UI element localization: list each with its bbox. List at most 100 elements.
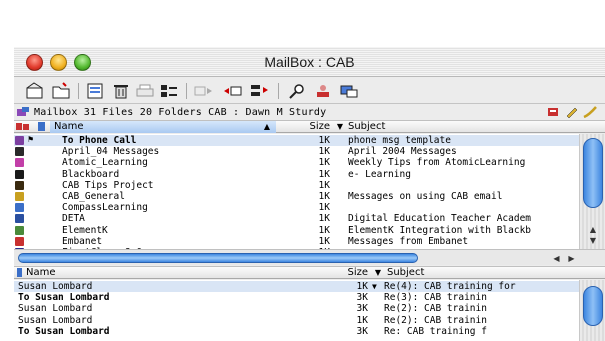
name-column-header[interactable]: Name [26, 267, 56, 279]
scroll-right-icon[interactable]: ▶ [568, 254, 574, 263]
horizontal-scrollbar[interactable]: ◀ ▶ [14, 249, 605, 265]
mailbox-icon [16, 106, 30, 121]
row-subject: phone msg template [348, 135, 451, 146]
size-column-header[interactable]: Size [276, 121, 334, 133]
folder-row[interactable]: CompassLearning 1K [14, 202, 579, 213]
row-size: 1K [356, 281, 368, 292]
message-row[interactable]: ▼ Susan Lombard 1K Re(4): CAB training for [14, 281, 579, 293]
title-bar[interactable]: MailBox : CAB [14, 47, 605, 77]
edit-icon[interactable] [565, 106, 579, 121]
message-row[interactable]: To Susan Lombard 3K Re: CAB training f [14, 326, 579, 337]
scroll-down-icon[interactable]: ▼ [582, 236, 604, 246]
open-icon[interactable] [84, 81, 106, 101]
horizontal-scroll-arrows: ◀ ▶ [549, 252, 579, 264]
attachment-column-icon[interactable] [16, 267, 24, 279]
message-list: ▼ Susan Lombard 1K Re(4): CAB training for T… [14, 280, 579, 341]
row-name: CompassLearning [62, 202, 148, 214]
row-subject: Digital Education Teacher Academ [348, 213, 532, 225]
folder-row[interactable]: CAB_General 1K Messages on using CAB email [14, 191, 579, 202]
size-column-header[interactable]: Size [338, 267, 370, 279]
toolbar [14, 78, 605, 104]
row-subject: Re(4): CAB training for [384, 281, 516, 292]
row-subject: Re(2): CAB trainin [384, 314, 487, 326]
row-size: 1K [318, 157, 330, 169]
row-size: 3K [356, 292, 368, 304]
folder-row[interactable]: ⚑ To Phone Call 1K phone msg template [14, 135, 579, 147]
new-message-icon[interactable] [24, 81, 46, 101]
folder-row[interactable]: CAB Tips Project 1K [14, 180, 579, 191]
row-size: 1K [356, 314, 368, 326]
row-size: 1K [318, 179, 330, 191]
name-header-label: Name [54, 121, 84, 132]
reply-all-icon[interactable] [248, 81, 272, 101]
message-row[interactable]: Susan Lombard 3K Re(2): CAB trainin [14, 303, 579, 314]
sort-descending-icon[interactable]: ▼ [334, 121, 346, 133]
row-name: Blackboard [62, 168, 120, 180]
mailbox-status-icon [547, 106, 561, 121]
message-list-scrollbar[interactable] [579, 280, 605, 341]
folder-row[interactable]: April_04 Messages 1K April 2004 Messages [14, 146, 579, 157]
find-icon[interactable] [286, 81, 308, 101]
attachment-column-icon[interactable] [36, 121, 48, 133]
thread-expander-icon[interactable]: ▼ [372, 281, 377, 292]
sort-descending-icon[interactable]: ▼ [372, 267, 384, 279]
folder-row[interactable]: ElementK 1K ElementK Integration with Blac… [14, 225, 579, 236]
name-column-header[interactable]: Name ▲ [50, 121, 276, 133]
pencil-icon[interactable] [582, 106, 600, 121]
folder-row[interactable]: DETA 1K Digital Education Teacher Academ [14, 213, 579, 224]
properties-icon[interactable] [158, 81, 180, 101]
row-size: 1K [318, 135, 330, 146]
row-name: To Susan Lombard [18, 325, 110, 337]
status-column-icon[interactable] [16, 121, 36, 133]
row-name: DETA [62, 213, 85, 225]
item-type-icon [15, 147, 24, 157]
chat-icon[interactable] [338, 81, 360, 101]
reply-icon[interactable] [220, 81, 244, 101]
folder-row[interactable]: Atomic_Learning 1K Weekly Tips from Atomic… [14, 157, 579, 168]
row-name: To Phone Call [62, 135, 137, 146]
user-icon[interactable] [312, 81, 334, 101]
mailbox-window: MailBox : CAB Mailbox 31 Files 20 Folder… [14, 47, 605, 341]
row-size: 3K [356, 325, 368, 337]
row-name: CAB Tips Project [62, 179, 154, 191]
item-type-icon [15, 180, 24, 190]
item-type-icon [15, 214, 24, 224]
item-type-icon [15, 192, 24, 201]
message-row[interactable]: Susan Lombard 1K Re(2): CAB trainin [14, 315, 579, 326]
item-type-icon [15, 203, 24, 213]
print-icon[interactable] [134, 81, 156, 101]
row-name: Embanet [62, 235, 103, 247]
subject-column-header[interactable]: Subject [348, 121, 385, 133]
row-name: ElementK [62, 224, 108, 236]
item-type-icon [15, 169, 24, 179]
new-folder-icon[interactable] [50, 81, 72, 101]
folder-row[interactable]: Blackboard 1K e- Learning [14, 169, 579, 180]
info-bar: Mailbox 31 Files 20 Folders CAB : Dawn M… [14, 105, 605, 120]
row-subject: Messages from Embanet [348, 235, 469, 247]
subject-column-header[interactable]: Subject [387, 267, 424, 279]
scroll-up-icon[interactable]: ▲ [582, 225, 604, 235]
message-row[interactable]: To Susan Lombard 3K Re(3): CAB trainin [14, 292, 579, 303]
scroll-thumb[interactable] [583, 286, 603, 326]
row-size: 1K [318, 202, 330, 214]
folder-list: ⚑ To Phone Call 1K phone msg template April_… [14, 134, 579, 249]
row-size: 1K [318, 213, 330, 225]
horizontal-scroll-thumb[interactable] [18, 253, 418, 263]
mailbox-summary: Mailbox 31 Files 20 Folders CAB : Dawn M… [34, 107, 327, 118]
row-subject: Re: CAB training f [384, 325, 487, 337]
trash-icon[interactable] [110, 81, 132, 101]
row-size: 1K [318, 168, 330, 180]
row-subject: Weekly Tips from AtomicLearning [348, 157, 526, 169]
row-size: 3K [356, 303, 368, 315]
folder-list-scrollbar[interactable]: ▲ ▼ [579, 134, 605, 249]
forward-icon[interactable] [192, 81, 216, 101]
row-size: 1K [318, 235, 330, 247]
row-subject: Re(2): CAB trainin [384, 303, 487, 315]
flag-icon[interactable]: ⚑ [28, 135, 33, 146]
window-title: MailBox : CAB [264, 54, 355, 70]
scroll-left-icon[interactable]: ◀ [553, 254, 559, 263]
folder-row[interactable]: Embanet 1K Messages from Embanet [14, 236, 579, 247]
bottom-list-header: Name Size ▼ Subject [14, 266, 605, 279]
scroll-thumb[interactable] [583, 138, 603, 208]
row-name: CAB_General [62, 191, 125, 202]
